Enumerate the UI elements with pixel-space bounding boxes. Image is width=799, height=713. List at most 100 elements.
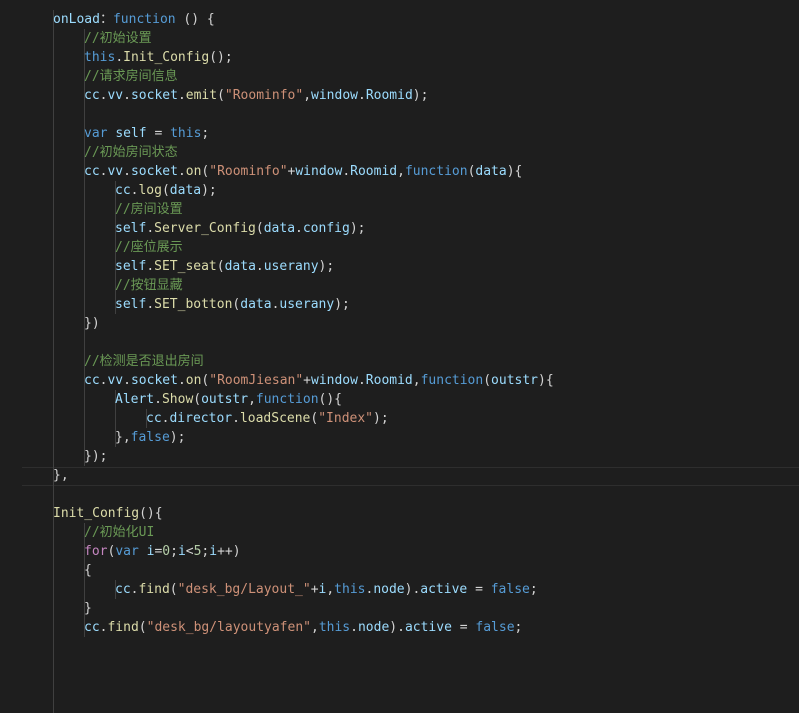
code-token: .: [123, 373, 131, 388]
code-token: SET_botton: [154, 297, 233, 312]
code-line[interactable]: //检测是否退出房间: [84, 352, 204, 371]
code-line[interactable]: //请求房间信息: [84, 67, 178, 86]
code-line[interactable]: //初始设置: [84, 29, 152, 48]
code-token: ){: [506, 164, 523, 179]
code-token: //房间设置: [115, 202, 183, 217]
code-line[interactable]: //座位展示: [115, 238, 183, 257]
code-token: SET_seat: [154, 259, 217, 274]
code-line[interactable]: onLoad：function () {: [53, 10, 215, 29]
code-token: );: [169, 430, 186, 445]
code-token: false: [475, 620, 515, 635]
code-token: .: [357, 88, 366, 103]
code-token: (: [169, 582, 178, 597]
code-token: ).: [404, 582, 421, 597]
code-token: ();: [209, 50, 233, 65]
code-line[interactable]: Init_Config(){: [53, 504, 163, 523]
code-line[interactable]: //初始房间状态: [84, 143, 178, 162]
code-token: );: [373, 411, 389, 426]
code-token: Roomid: [350, 164, 398, 179]
code-token: function: [112, 12, 176, 27]
code-token: .: [115, 50, 124, 65]
code-token: data: [240, 297, 272, 312]
code-token: false: [490, 582, 530, 597]
code-token: ,: [397, 164, 405, 179]
code-token: cc: [84, 620, 100, 635]
code-line[interactable]: cc.vv.socket.on("RoomJiesan"+window.Room…: [84, 371, 554, 390]
code-line[interactable]: }): [84, 314, 100, 333]
code-token: .: [146, 259, 155, 274]
code-line[interactable]: //房间设置: [115, 200, 183, 219]
code-token: );: [349, 221, 366, 236]
code-token: (: [483, 373, 492, 388]
code-token: (: [217, 88, 225, 103]
code-token: Init_Config: [123, 50, 210, 65]
code-line[interactable]: },: [53, 466, 69, 485]
code-token: for: [84, 544, 108, 559]
code-token: //初始房间状态: [84, 145, 178, 160]
code-line[interactable]: cc.find("desk_bg/Layout_"+i,this.node).a…: [115, 580, 538, 599]
code-line[interactable]: self.Server_Config(data.config);: [115, 219, 365, 238]
code-token: log: [138, 183, 162, 198]
code-token: );: [318, 259, 335, 274]
code-token: (: [216, 259, 225, 274]
code-token: );: [334, 297, 350, 312]
code-token: .: [146, 221, 155, 236]
code-line[interactable]: cc.director.loadScene("Index");: [146, 409, 389, 428]
code-token: //座位展示: [115, 240, 183, 255]
code-line[interactable]: self.SET_seat(data.userany);: [115, 257, 334, 276]
code-line[interactable]: this.Init_Config();: [84, 48, 233, 67]
code-line[interactable]: });: [84, 447, 107, 466]
code-line[interactable]: }: [84, 599, 92, 618]
code-token: cc: [146, 411, 162, 426]
code-token: .: [146, 297, 155, 312]
code-token: on: [185, 373, 202, 388]
code-line[interactable]: cc.log(data);: [115, 181, 217, 200]
code-token: Alert: [115, 392, 155, 407]
code-line[interactable]: //初始化UI: [84, 523, 154, 542]
code-token: self: [115, 297, 147, 312]
code-token: +: [310, 582, 319, 597]
code-token: =: [467, 582, 491, 597]
code-token: active: [420, 582, 468, 597]
code-token: .: [177, 88, 186, 103]
code-token: ;: [201, 126, 210, 141]
code-line[interactable]: self.SET_botton(data.userany);: [115, 295, 350, 314]
code-token: data: [224, 259, 256, 274]
code-token: outstr: [491, 373, 539, 388]
code-token: "desk_bg/Layout_": [177, 582, 311, 597]
code-token: 0: [162, 544, 171, 559]
code-token: cc: [115, 183, 131, 198]
code-line[interactable]: for(var i=0;i<5;i++): [84, 542, 241, 561]
code-token: this: [84, 50, 116, 65]
code-token: window: [295, 164, 343, 179]
code-line[interactable]: cc.vv.socket.on("Roominfo"+window.Roomid…: [84, 162, 522, 181]
code-editor[interactable]: onLoad：function () {//初始设置 this.Init_Conf…: [0, 0, 799, 713]
code-token: socket: [130, 88, 178, 103]
code-line[interactable]: },false);: [115, 428, 185, 447]
code-token: ,: [303, 88, 312, 103]
code-line[interactable]: var self = this;: [84, 124, 209, 143]
code-token: ;: [529, 582, 538, 597]
code-token: self: [115, 221, 147, 236]
code-token: }): [84, 316, 100, 331]
code-token: userany: [263, 259, 319, 274]
current-line-highlight: [22, 467, 799, 486]
code-line[interactable]: {: [84, 561, 92, 580]
code-token: data: [475, 164, 507, 179]
code-line[interactable]: //按钮显藏: [115, 276, 183, 295]
code-line[interactable]: cc.vv.socket.emit("Roominfo",window.Room…: [84, 86, 428, 105]
code-line[interactable]: Alert.Show(outstr,function(){: [115, 390, 342, 409]
code-token: "Roominfo": [209, 164, 288, 179]
code-token: ,: [248, 392, 256, 407]
code-token: Roomid: [365, 88, 413, 103]
code-token: i: [209, 544, 218, 559]
code-token: socket: [130, 373, 178, 388]
code-token: false: [130, 430, 170, 445]
code-line[interactable]: cc.find("desk_bg/layoutyafen",this.node)…: [84, 618, 522, 637]
code-token: Show: [161, 392, 194, 407]
code-token: this: [170, 126, 202, 141]
code-token: Server_Config: [154, 221, 256, 236]
code-token: var: [115, 544, 139, 559]
code-token: this: [334, 582, 366, 597]
code-token: function: [255, 392, 319, 407]
